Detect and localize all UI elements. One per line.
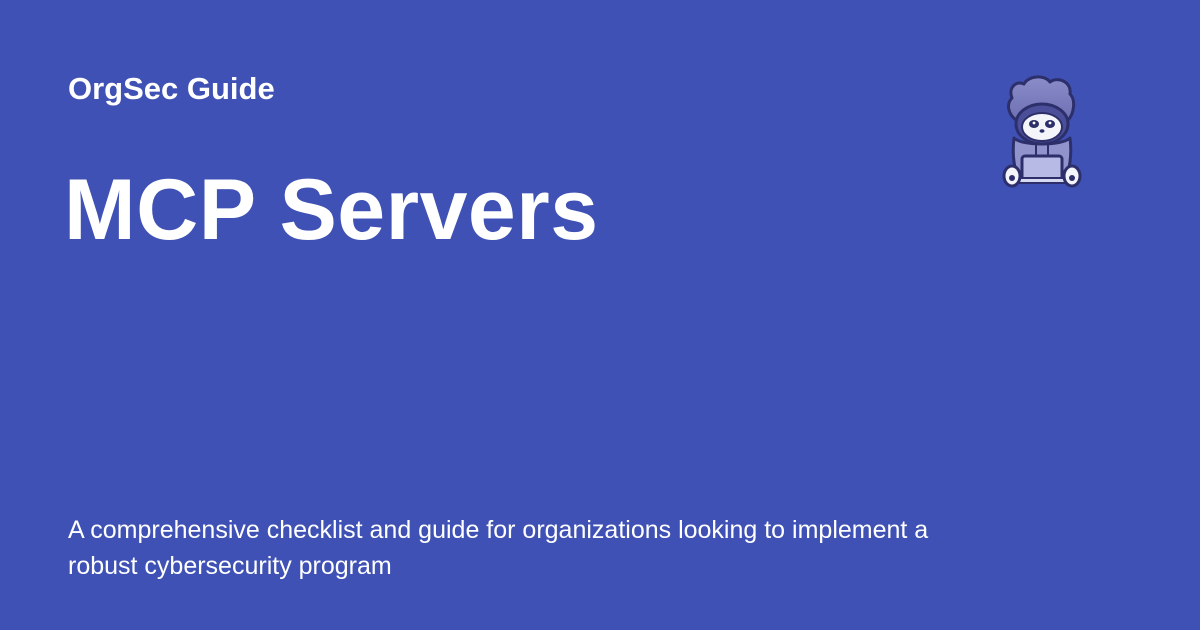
page-title: MCP Servers [64, 162, 599, 258]
site-name: OrgSec Guide [68, 71, 275, 106]
page-description: A comprehensive checklist and guide for … [68, 516, 929, 580]
hooded-raccoon-laptop-icon [994, 74, 1090, 192]
social-card: OrgSec Guide MCP Servers A comprehensive… [0, 0, 1200, 630]
